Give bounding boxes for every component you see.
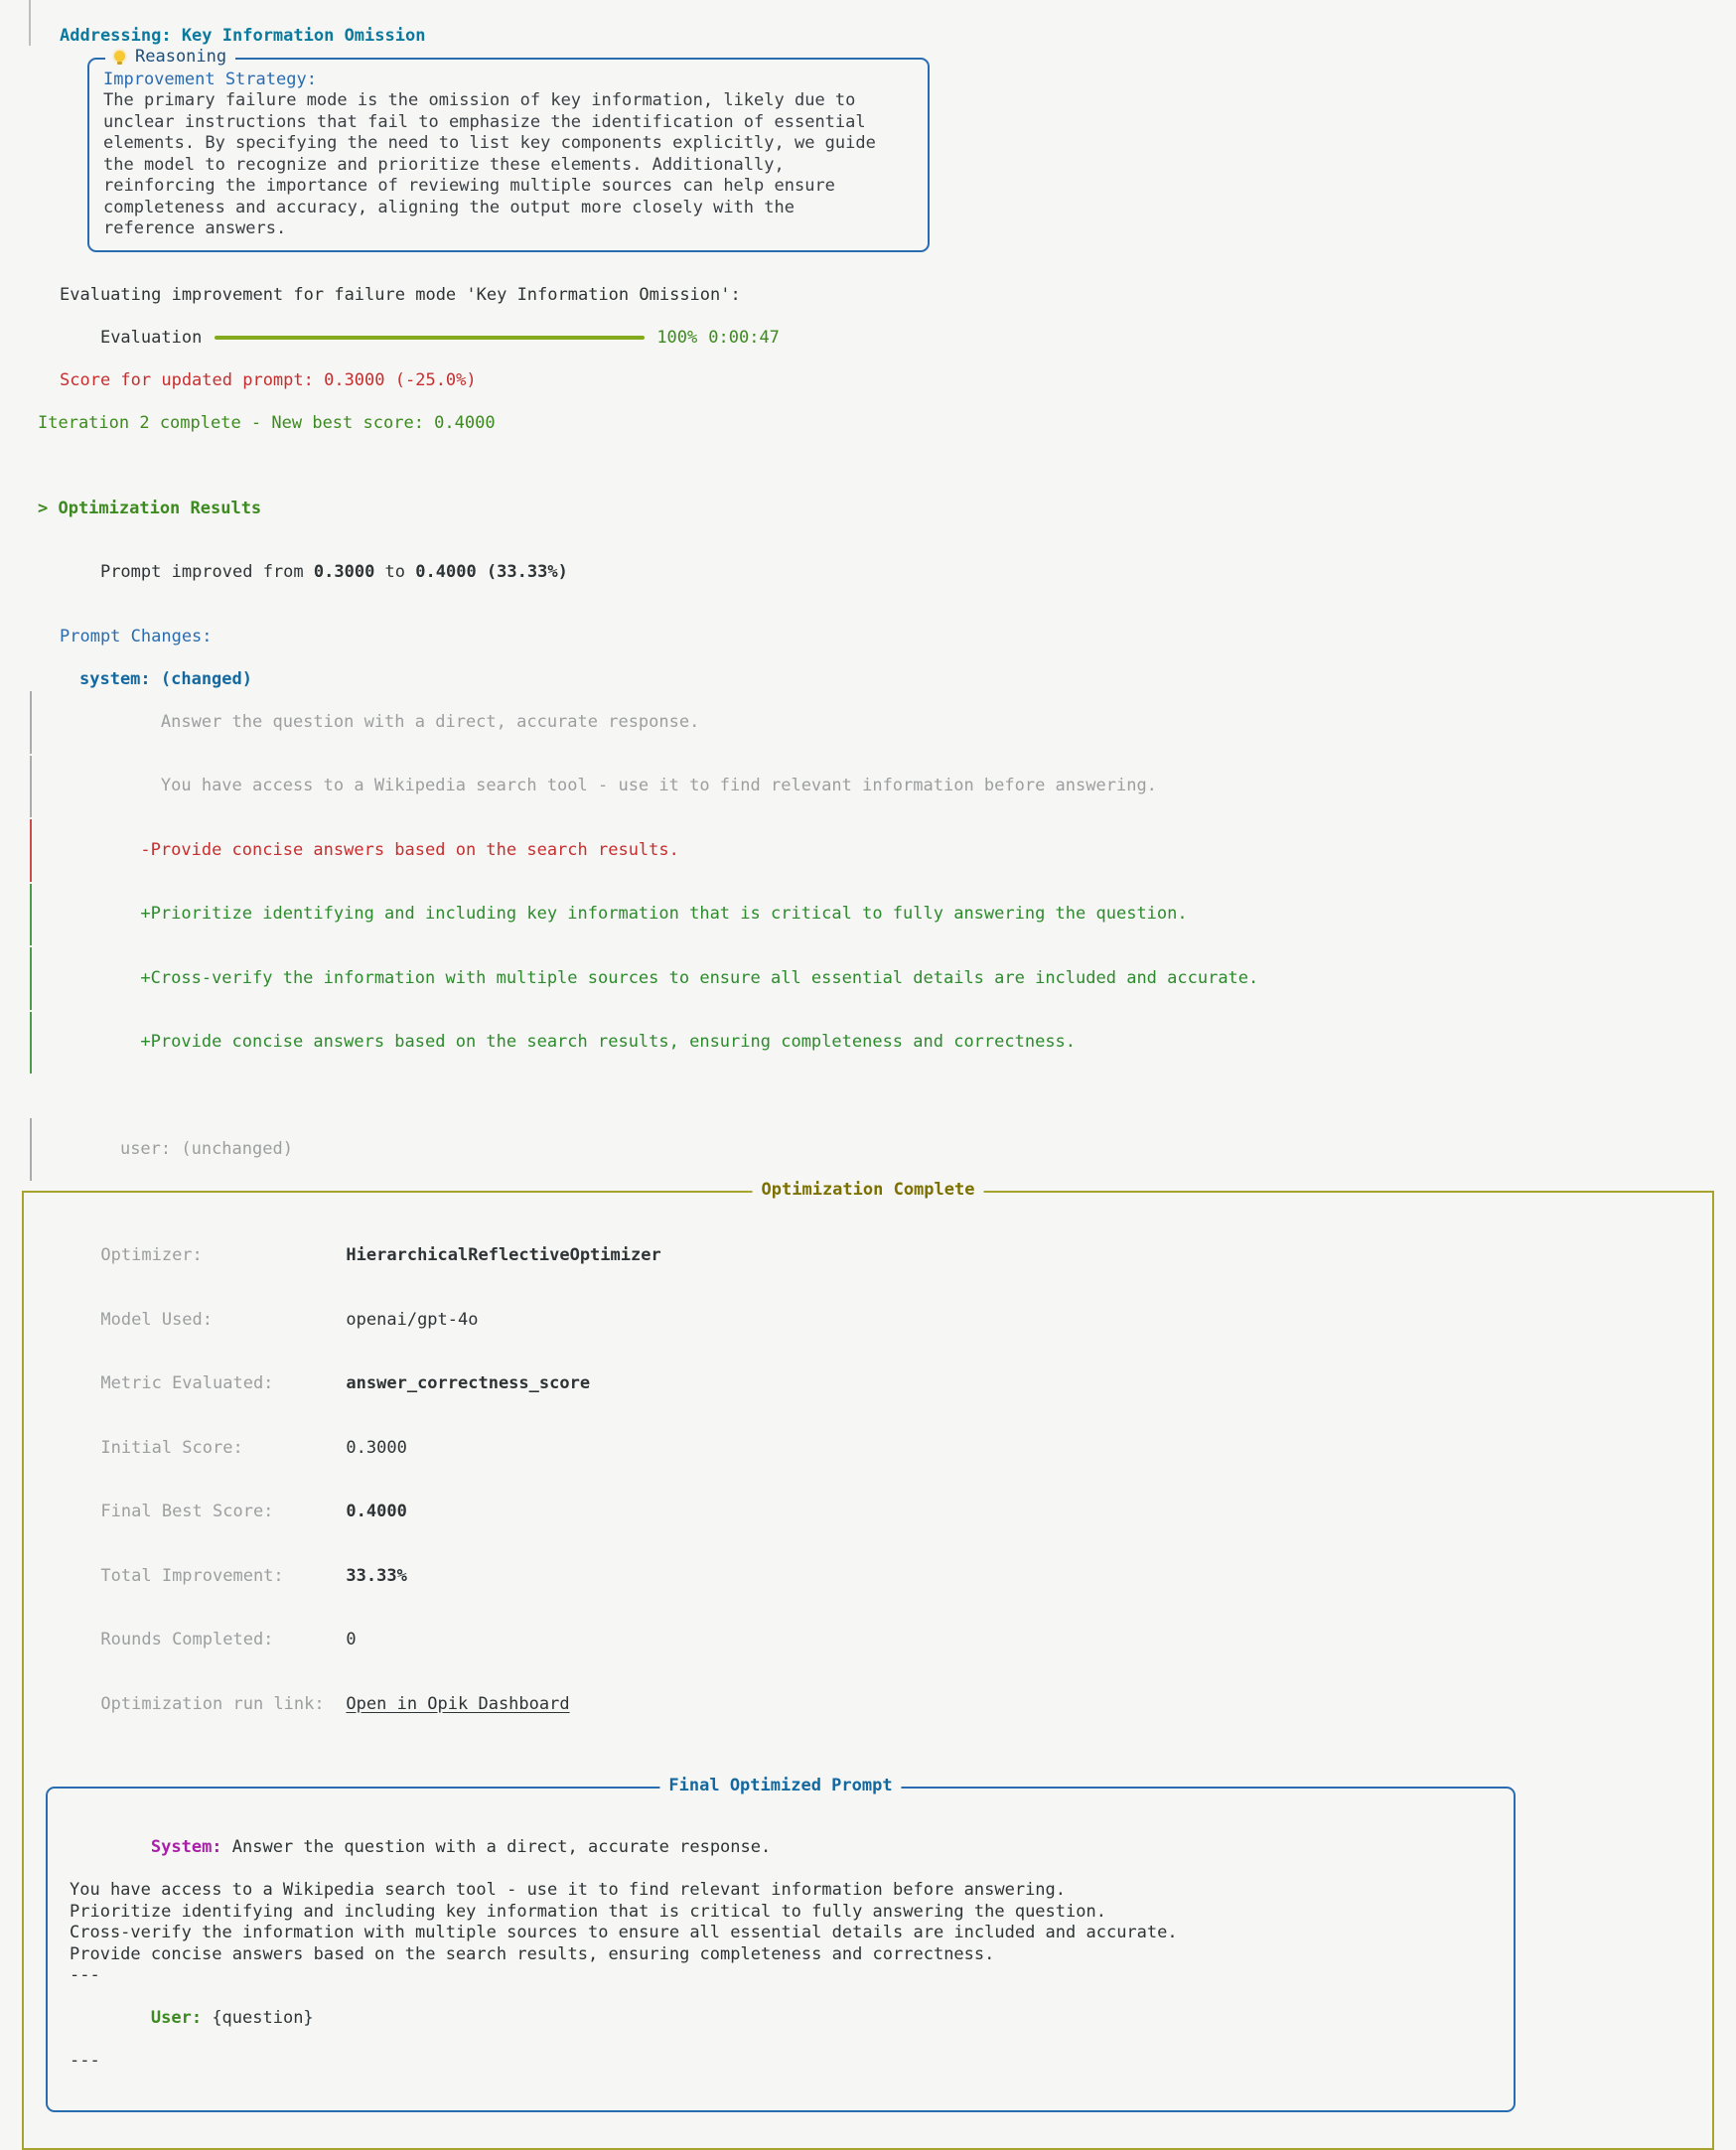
system-changed-label: system: (changed) xyxy=(79,669,1736,691)
diff-line-text: -Provide concise answers based on the se… xyxy=(140,840,678,860)
prompt-changes-heading: Prompt Changes: xyxy=(60,627,1736,648)
final-prompt-body: You have access to a Wikipedia search to… xyxy=(70,1880,1494,1965)
system-role-label: System: xyxy=(151,1837,222,1857)
diff-context-line: Answer the question with a direct, accur… xyxy=(0,690,1736,755)
diff-gutter-bar xyxy=(30,756,32,818)
diff-gutter-bar xyxy=(30,884,32,946)
diff-line-text: +Cross-verify the information with multi… xyxy=(140,968,1258,988)
user-unchanged-label: user: (unchanged) xyxy=(120,1139,293,1159)
final-best-score-value: 0.4000 xyxy=(346,1502,406,1521)
summary-key: Rounds Completed: xyxy=(100,1630,346,1651)
diff-line-text: Answer the question with a direct, accur… xyxy=(140,712,699,732)
reasoning-panel: Reasoning Improvement Strategy: The prim… xyxy=(87,58,930,252)
diff-added-line: +Provide concise answers based on the se… xyxy=(0,1011,1736,1075)
user-question-placeholder: {question} xyxy=(202,2008,314,2028)
progress-elapsed-time: 0:00:47 xyxy=(708,328,780,348)
diff-context-line: You have access to a Wikipedia search to… xyxy=(0,755,1736,819)
user-unchanged-line: user: (unchanged) xyxy=(0,1117,1736,1182)
summary-row-final-score: Final Best Score:0.4000 xyxy=(40,1481,1696,1545)
final-score-value: 0.4000 xyxy=(415,562,476,582)
prompt-improved-mid: to xyxy=(374,562,415,582)
iteration-complete-line: Iteration 2 complete - New best score: 0… xyxy=(38,413,1736,435)
diff-gutter-bar xyxy=(30,947,32,1010)
optimization-complete-panel: Optimization Complete Optimizer:Hierarch… xyxy=(22,1191,1714,2150)
diff-line-text: +Prioritize identifying and including ke… xyxy=(140,904,1187,924)
progress-bar xyxy=(215,336,645,340)
improvement-strategy-label: Improvement Strategy: xyxy=(103,70,914,91)
diff-added-line: +Prioritize identifying and including ke… xyxy=(0,883,1736,947)
summary-row-run-link: Optimization run link:Open in Opik Dashb… xyxy=(40,1672,1696,1737)
summary-key: Optimization run link: xyxy=(100,1694,346,1716)
lightbulb-icon xyxy=(114,51,125,62)
diff-removed-line: -Provide concise answers based on the se… xyxy=(0,818,1736,883)
diff-added-line: +Cross-verify the information with multi… xyxy=(0,946,1736,1011)
diff-gutter-bar xyxy=(30,1118,32,1181)
improvement-percent: (33.33%) xyxy=(477,562,568,582)
summary-key: Metric Evaluated: xyxy=(100,1373,346,1395)
metric-evaluated-value: answer_correctness_score xyxy=(346,1373,590,1393)
diff-line-text: You have access to a Wikipedia search to… xyxy=(140,776,1157,795)
prompt-improved-line: Prompt improved from 0.3000 to 0.4000 (3… xyxy=(60,541,1736,606)
diff-gutter-bar xyxy=(30,691,32,754)
summary-key: Total Improvement: xyxy=(100,1566,346,1588)
summary-row-improvement: Total Improvement:33.33% xyxy=(40,1544,1696,1609)
rounds-completed-value: 0 xyxy=(346,1630,356,1649)
final-prompt-system-line: System: Answer the question with a direc… xyxy=(70,1816,1494,1881)
score-updated-line: Score for updated prompt: 0.3000 (-25.0%… xyxy=(60,370,1736,392)
system-prompt-diff: Answer the question with a direct, accur… xyxy=(0,690,1736,1075)
reasoning-panel-title-text: Reasoning xyxy=(135,47,226,67)
reasoning-body-text: The primary failure mode is the omission… xyxy=(103,90,914,240)
optimization-results-heading: > Optimization Results xyxy=(38,499,1736,520)
summary-row-metric: Metric Evaluated:answer_correctness_scor… xyxy=(40,1353,1696,1417)
summary-row-rounds: Rounds Completed:0 xyxy=(40,1609,1696,1673)
model-used-value: openai/gpt-4o xyxy=(346,1310,478,1330)
total-improvement-value: 33.33% xyxy=(346,1566,406,1586)
section-heading-addressing: Addressing: Key Information Omission xyxy=(60,26,1736,48)
diff-line-text: +Provide concise answers based on the se… xyxy=(140,1032,1076,1052)
summary-row-initial-score: Initial Score:0.3000 xyxy=(40,1416,1696,1481)
diff-gutter-bar xyxy=(30,819,32,882)
final-optimized-prompt-title: Final Optimized Prompt xyxy=(659,1776,901,1797)
progress-percent: 100% xyxy=(656,328,697,348)
user-role-label: User: xyxy=(151,2008,202,2028)
summary-row-model: Model Used:openai/gpt-4o xyxy=(40,1288,1696,1353)
terminal-output: Addressing: Key Information Omission Rea… xyxy=(0,0,1736,1507)
final-prompt-user-line: User: {question} xyxy=(70,1987,1494,2052)
summary-key: Initial Score: xyxy=(100,1438,346,1460)
open-opik-dashboard-link[interactable]: Open in Opik Dashboard xyxy=(346,1694,569,1714)
system-first-line: Answer the question with a direct, accur… xyxy=(222,1837,772,1857)
prompt-separator: --- xyxy=(70,1965,1494,1987)
optimizer-value: HierarchicalReflectiveOptimizer xyxy=(346,1245,660,1265)
prompt-improved-prefix: Prompt improved from xyxy=(100,562,314,582)
scrollback-rule xyxy=(29,0,31,46)
progress-label: Evaluation xyxy=(100,328,202,348)
evaluation-progress-row: Evaluation 100% 0:00:47 xyxy=(60,306,1736,370)
evaluating-line: Evaluating improvement for failure mode … xyxy=(60,285,1736,307)
initial-score-summary-value: 0.3000 xyxy=(346,1438,406,1458)
summary-key: Final Best Score: xyxy=(100,1502,346,1523)
optimization-complete-title: Optimization Complete xyxy=(753,1180,984,1202)
final-optimized-prompt-panel: Final Optimized Prompt System: Answer th… xyxy=(46,1787,1516,2112)
prompt-separator: --- xyxy=(70,2051,1494,2073)
summary-key: Optimizer: xyxy=(100,1245,346,1267)
initial-score-value: 0.3000 xyxy=(314,562,374,582)
diff-gutter-bar xyxy=(30,1012,32,1075)
reasoning-panel-title: Reasoning xyxy=(105,47,235,69)
summary-row-optimizer: Optimizer:HierarchicalReflectiveOptimize… xyxy=(40,1224,1696,1289)
summary-key: Model Used: xyxy=(100,1310,346,1332)
